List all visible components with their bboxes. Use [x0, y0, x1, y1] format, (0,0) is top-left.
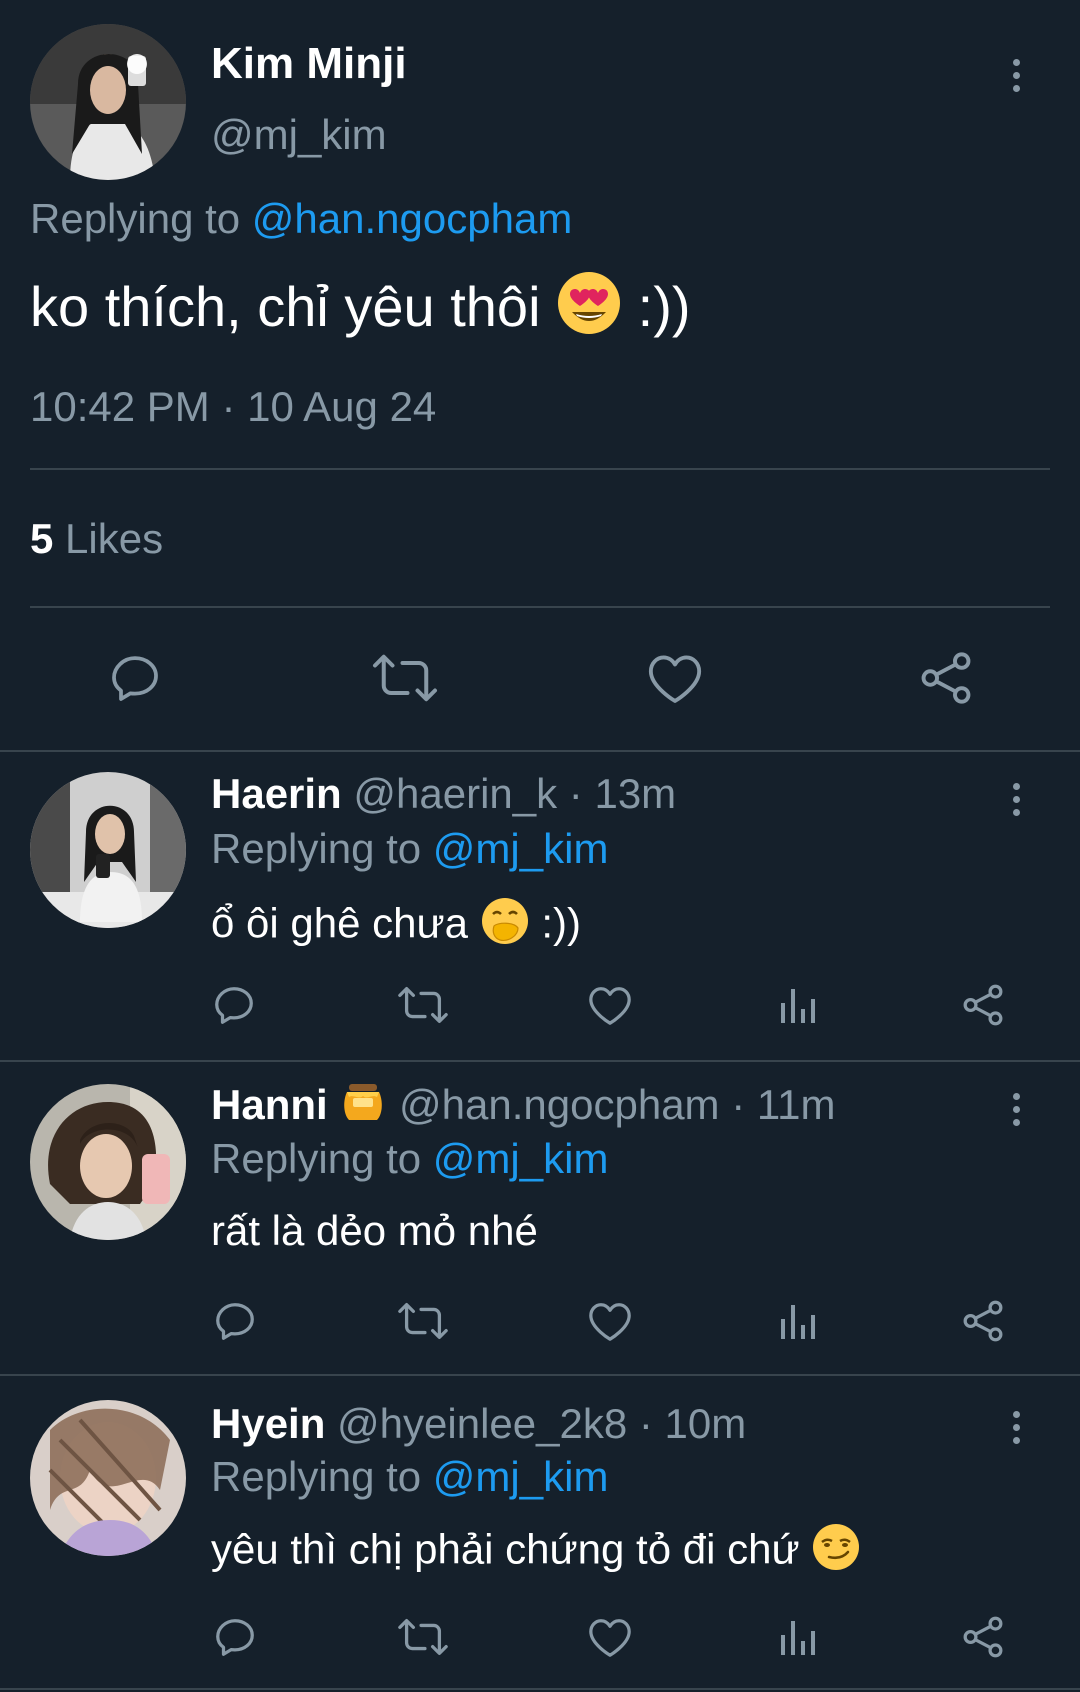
reply-header: Hyein @hyeinlee_2k8 · 10m	[211, 1398, 746, 1450]
divider	[30, 606, 1050, 608]
avatar[interactable]	[30, 1400, 186, 1556]
reply-icon[interactable]	[105, 648, 165, 708]
tweet-text-suffix: :))	[637, 274, 691, 338]
tweet-text: ko thích, chỉ yêu thôi :))	[30, 270, 691, 352]
share-icon[interactable]	[958, 1612, 1008, 1662]
replying-to-label: Replying to	[211, 825, 422, 872]
reply-text: yêu thì chị phải chứng tỏ đi chứ	[211, 1522, 861, 1583]
replying-to-label: Replying to	[211, 1453, 422, 1500]
replying-to-handle-link[interactable]: @mj_kim	[433, 1135, 609, 1182]
reply-icon[interactable]	[211, 980, 257, 1030]
like-heart-icon[interactable]	[645, 648, 705, 708]
likes-count-link[interactable]: 5 Likes	[30, 512, 163, 566]
reply-tweet: Hanni @han.ngocpham · 11m Replying to @m…	[0, 1062, 1080, 1374]
share-icon[interactable]	[958, 980, 1008, 1030]
likes-count: 5	[30, 515, 54, 562]
replying-to-label: Replying to	[30, 195, 241, 242]
reply-header: Haerin @haerin_k · 13m	[211, 768, 676, 820]
reply-text: rất là dẻo mỏ nhé	[211, 1207, 538, 1254]
replying-to-line: Replying to @mj_kim	[211, 1134, 608, 1184]
analytics-icon[interactable]	[772, 1296, 822, 1346]
reply-icon[interactable]	[211, 1612, 259, 1662]
retweet-icon[interactable]	[395, 1612, 451, 1662]
display-name[interactable]: Kim Minji	[211, 36, 407, 92]
replying-to-line: Replying to @han.ngocpham	[30, 192, 572, 246]
reply-tweet: Hyein @hyeinlee_2k8 · 10m Replying to @m…	[0, 1376, 1080, 1692]
reply-tweet: Haerin @haerin_k · 13m Replying to @mj_k…	[0, 752, 1080, 1060]
smirking-face-emoji-icon	[811, 1522, 861, 1583]
avatar[interactable]	[30, 772, 186, 928]
like-heart-icon[interactable]	[585, 980, 635, 1030]
share-icon[interactable]	[958, 1296, 1008, 1346]
avatar[interactable]	[30, 1084, 186, 1240]
main-tweet: Kim Minji @mj_kim Replying to @han.ngocp…	[0, 0, 1080, 752]
avatar[interactable]	[30, 24, 186, 180]
replying-to-handle-link[interactable]: @mj_kim	[433, 1453, 609, 1500]
divider	[30, 468, 1050, 470]
divider	[0, 1688, 1080, 1690]
display-name[interactable]: Haerin	[211, 770, 342, 817]
like-heart-icon[interactable]	[585, 1296, 635, 1346]
user-handle-time[interactable]: @haerin_k · 13m	[353, 770, 676, 817]
replying-to-line: Replying to @mj_kim	[211, 824, 608, 874]
more-options-icon[interactable]	[996, 50, 1036, 100]
display-name[interactable]: Hanni	[211, 1081, 328, 1128]
user-handle[interactable]: @mj_kim	[211, 108, 387, 162]
more-options-icon[interactable]	[996, 1402, 1036, 1452]
retweet-icon[interactable]	[395, 1296, 451, 1346]
hand-over-mouth-emoji-icon	[480, 896, 530, 957]
reply-icon[interactable]	[211, 1296, 259, 1346]
like-heart-icon[interactable]	[585, 1612, 635, 1662]
reply-text-body: ổ ôi ghê chưa	[211, 899, 468, 947]
reply-text-body: yêu thì chị phải chứng tỏ đi chứ	[211, 1525, 800, 1573]
heart-eyes-emoji-icon	[556, 270, 622, 352]
display-name[interactable]: Hyein	[211, 1400, 325, 1447]
user-handle-time[interactable]: @hyeinlee_2k8 · 10m	[337, 1400, 746, 1447]
share-icon[interactable]	[916, 648, 976, 708]
reply-header: Hanni @han.ngocpham · 11m	[211, 1078, 835, 1138]
retweet-icon[interactable]	[370, 648, 440, 708]
replying-to-handle-link[interactable]: @han.ngocpham	[252, 195, 573, 242]
replying-to-label: Replying to	[211, 1135, 422, 1182]
retweet-icon[interactable]	[395, 980, 451, 1030]
tweet-text-body: ko thích, chỉ yêu thôi	[30, 274, 541, 338]
likes-label: Likes	[65, 515, 164, 562]
timestamp: 10:42 PM · 10 Aug 24	[30, 383, 437, 430]
replying-to-line: Replying to @mj_kim	[211, 1452, 608, 1502]
analytics-icon[interactable]	[772, 980, 822, 1030]
honey-pot-emoji-icon	[339, 1078, 387, 1138]
analytics-icon[interactable]	[772, 1612, 822, 1662]
reply-text-suffix: :))	[541, 899, 581, 947]
replying-to-handle-link[interactable]: @mj_kim	[433, 825, 609, 872]
more-options-icon[interactable]	[996, 774, 1036, 824]
more-options-icon[interactable]	[996, 1084, 1036, 1134]
reply-text: ổ ôi ghê chưa :))	[211, 896, 581, 957]
user-handle-time[interactable]: @han.ngocpham · 11m	[399, 1081, 835, 1128]
